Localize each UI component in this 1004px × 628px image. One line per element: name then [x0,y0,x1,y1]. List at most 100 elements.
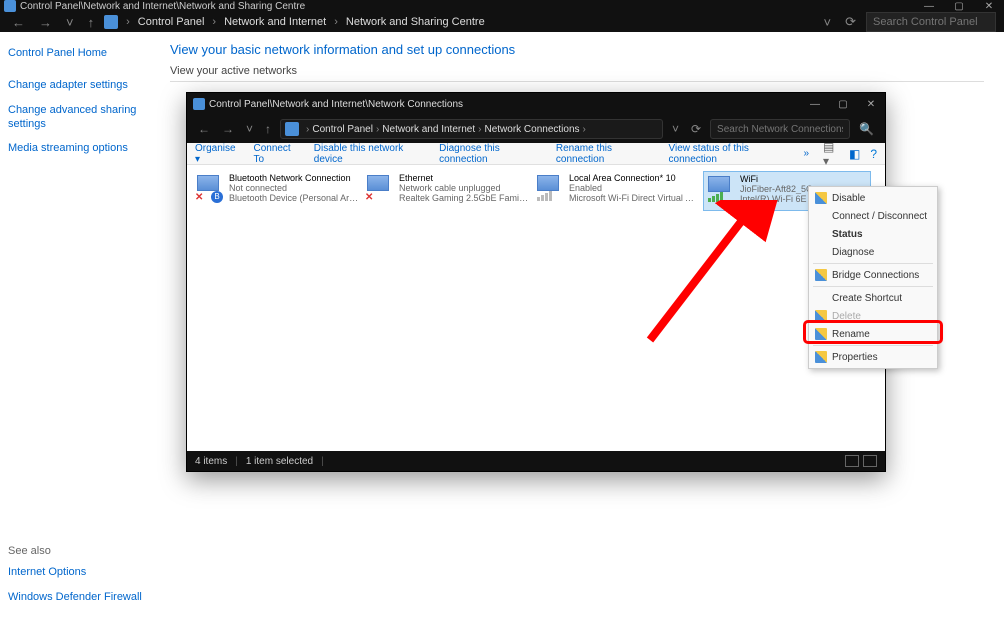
menu-item-disable[interactable]: Disable [809,189,937,207]
adapter-status: Network cable unplugged [399,183,529,193]
shield-icon [815,269,827,281]
adapter-name: Bluetooth Network Connection [229,173,359,183]
up-button[interactable]: ↑ [262,122,274,136]
back-button[interactable]: ← [8,15,29,30]
adapter-item[interactable]: ✕ EthernetNetwork cable unpluggedRealtek … [363,171,531,211]
item-count: 4 items [195,456,227,467]
menu-item-label: Diagnose [832,247,874,258]
inner-navbar: ← → ˅ ↑ › Control Panel › Network and In… [187,115,885,143]
breadcrumb-item[interactable]: Control Panel [138,16,205,28]
outer-navbar: ← → ˅ ↑ › Control Panel › Network and In… [0,12,1004,32]
menu-separator [813,286,933,287]
adapter-item[interactable]: Local Area Connection* 10EnabledMicrosof… [533,171,701,211]
menu-item-create-shortcut[interactable]: Create Shortcut [809,289,937,307]
shield-icon [815,351,827,363]
blank-icon [815,246,827,258]
network-icon [285,122,299,136]
menu-item-bridge-connections[interactable]: Bridge Connections [809,266,937,284]
maximize-button[interactable]: ▢ [829,99,857,110]
up-button[interactable]: ↑ [84,15,99,30]
adapter-status: Not connected [229,183,359,193]
view-mode-button[interactable]: ▤ ▾ [823,140,839,168]
organise-button[interactable]: Organise ▾ [195,143,239,165]
close-button[interactable]: ✕ [974,1,1004,12]
sidebar-item[interactable]: Change adapter settings [8,78,142,92]
outer-sidebar: Control Panel Home Change adapter settin… [0,32,150,628]
close-button[interactable]: ✕ [857,99,885,110]
refresh-button[interactable]: ⟳ [841,14,860,30]
page-title: View your basic network information and … [170,42,984,57]
view-status-button[interactable]: View status of this connection [669,143,790,165]
sidebar-seealso-item[interactable]: Internet Options [8,565,142,579]
menu-item-properties[interactable]: Properties [809,348,937,366]
adapter-name: WiFi [740,174,868,184]
menu-item-label: Create Shortcut [832,293,902,304]
search-input[interactable] [866,12,996,32]
breadcrumb-item[interactable]: Network and Sharing Centre [346,16,485,28]
sidebar-seealso-item[interactable]: Windows Defender Firewall [8,590,142,604]
control-panel-icon [104,15,118,29]
adapter-list[interactable]: ✕BBluetooth Network ConnectionNot connec… [187,165,885,451]
network-connections-window: Control Panel\Network and Internet\Netwo… [186,92,886,472]
rename-button[interactable]: Rename this connection [556,143,655,165]
adapter-name: Ethernet [399,173,529,183]
sidebar-item[interactable]: Change advanced sharing settings [8,103,142,132]
breadcrumb-item[interactable]: Network Connections [484,124,579,135]
menu-item-label: Delete [832,311,861,322]
menu-item-delete: Delete [809,307,937,325]
refresh-button[interactable]: ⟳ [688,122,704,136]
menu-item-diagnose[interactable]: Diagnose [809,243,937,261]
tiles-view-button[interactable] [863,455,877,467]
breadcrumb-bar[interactable]: › Control Panel › Network and Internet ›… [280,119,663,139]
details-view-button[interactable] [845,455,859,467]
menu-item-connect-disconnect[interactable]: Connect / Disconnect [809,207,937,225]
inner-toolbar: Organise ▾ Connect To Disable this netwo… [187,143,885,165]
adapter-status: Enabled [569,183,699,193]
sidebar-item[interactable]: Media streaming options [8,141,142,155]
menu-item-label: Bridge Connections [832,270,919,281]
sidebar-home[interactable]: Control Panel Home [8,46,142,60]
recent-button[interactable]: ˅ [243,122,256,136]
adapter-item[interactable]: ✕BBluetooth Network ConnectionNot connec… [193,171,361,211]
adapter-device: Microsoft Wi-Fi Direct Virtual Ada... [569,193,699,203]
adapter-icon: ✕ [365,173,395,203]
menu-item-label: Status [832,229,863,240]
menu-item-label: Disable [832,193,865,204]
connect-to-button[interactable]: Connect To [253,143,299,165]
forward-button[interactable]: → [35,15,56,30]
active-networks-label: View your active networks [170,65,984,77]
forward-button[interactable]: → [219,122,237,136]
menu-item-status[interactable]: Status [809,225,937,243]
diagnose-button[interactable]: Diagnose this connection [439,143,542,165]
breadcrumb-dropdown[interactable]: ˅ [820,15,836,30]
menu-separator [813,345,933,346]
menu-item-rename[interactable]: Rename [809,325,937,343]
inner-window-title: Control Panel\Network and Internet\Netwo… [209,99,463,110]
adapter-device: Bluetooth Device (Personal Area ... [229,193,359,203]
minimize-button[interactable]: — [801,99,829,110]
blank-icon [815,210,827,222]
preview-pane-button[interactable]: ◧ [849,147,860,161]
back-button[interactable]: ← [195,122,213,136]
maximize-button[interactable]: ▢ [944,1,974,12]
search-input[interactable] [710,119,850,139]
breadcrumb-item[interactable]: Control Panel [312,124,373,135]
overflow-button[interactable]: » [803,148,809,159]
adapter-name: Local Area Connection* 10 [569,173,699,183]
search-icon[interactable]: 🔍 [856,122,877,136]
outer-titlebar: Control Panel\Network and Internet\Netwo… [0,0,1004,12]
control-panel-icon [4,0,16,12]
menu-separator [813,263,933,264]
breadcrumb-item[interactable]: Network and Internet [382,124,475,135]
disable-device-button[interactable]: Disable this network device [314,143,425,165]
adapter-device: Realtek Gaming 2.5GbE Family Co... [399,193,529,203]
network-icon [193,98,205,110]
minimize-button[interactable]: — [914,1,944,12]
help-button[interactable]: ? [870,147,877,161]
shield-icon [815,310,827,322]
outer-window-title: Control Panel\Network and Internet\Netwo… [20,1,305,12]
recent-button[interactable]: ˅ [62,15,78,30]
selected-count: 1 item selected [246,456,313,467]
breadcrumb-item[interactable]: Network and Internet [224,16,326,28]
breadcrumb-dropdown[interactable]: ˅ [669,122,682,136]
